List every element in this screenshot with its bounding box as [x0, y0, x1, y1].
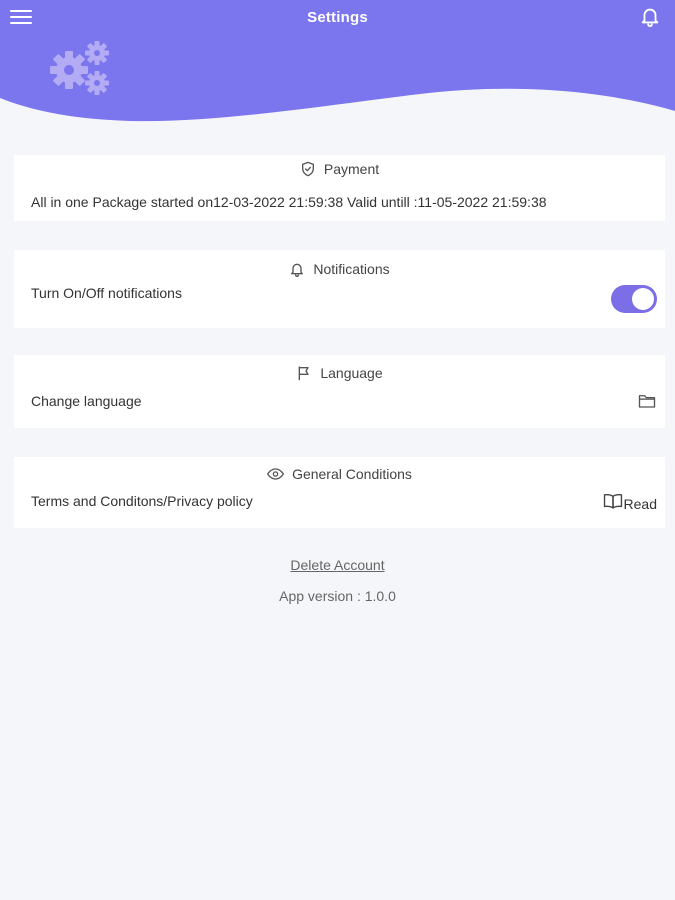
delete-account-link[interactable]: Delete Account	[290, 557, 384, 573]
hamburger-menu-icon[interactable]	[10, 8, 32, 26]
notifications-header: Notifications	[14, 250, 665, 280]
notifications-label: Turn On/Off notifications	[31, 285, 182, 301]
language-row[interactable]: Change language	[14, 393, 665, 409]
app-version: App version : 1.0.0	[279, 588, 396, 604]
language-label: Change language	[31, 393, 142, 409]
settings-screen: Settings Payment All in one Package star…	[0, 0, 675, 900]
bell-icon	[291, 263, 304, 277]
language-header: Language	[14, 355, 665, 385]
read-label: Read	[623, 496, 657, 512]
bell-icon[interactable]	[639, 5, 661, 27]
payment-card: Payment All in one Package started on12-…	[14, 155, 665, 221]
flag-icon	[299, 366, 310, 381]
payment-info: All in one Package started on12-03-2022 …	[31, 194, 547, 210]
top-bar: Settings	[0, 0, 675, 34]
notifications-title: Notifications	[313, 261, 390, 277]
terms-row[interactable]: Terms and Conditons/Privacy policy Read	[14, 493, 665, 512]
notifications-row: Turn On/Off notifications	[14, 280, 665, 318]
terms-label: Terms and Conditons/Privacy policy	[31, 493, 253, 509]
payment-row: All in one Package started on12-03-2022 …	[14, 194, 665, 210]
eye-icon	[267, 468, 284, 480]
shield-check-icon	[301, 161, 314, 176]
delete-account-row: Delete Account	[0, 557, 675, 573]
general-conditions-card: General Conditions Terms and Conditons/P…	[14, 457, 665, 528]
payment-title: Payment	[323, 160, 380, 177]
payment-header: Payment	[14, 155, 665, 179]
general-conditions-title: General Conditions	[292, 466, 412, 482]
page-title: Settings	[307, 8, 368, 26]
general-conditions-header: General Conditions	[14, 457, 665, 485]
read-button[interactable]: Read	[603, 493, 657, 512]
notifications-card: Notifications Turn On/Off notifications	[14, 250, 665, 328]
language-title: Language	[320, 365, 383, 381]
notifications-toggle[interactable]	[611, 285, 657, 313]
language-card: Language Change language	[14, 355, 665, 428]
book-icon	[603, 494, 622, 509]
gears-icon	[50, 41, 109, 95]
toggle-knob	[632, 288, 654, 310]
folder-icon[interactable]	[638, 393, 656, 409]
